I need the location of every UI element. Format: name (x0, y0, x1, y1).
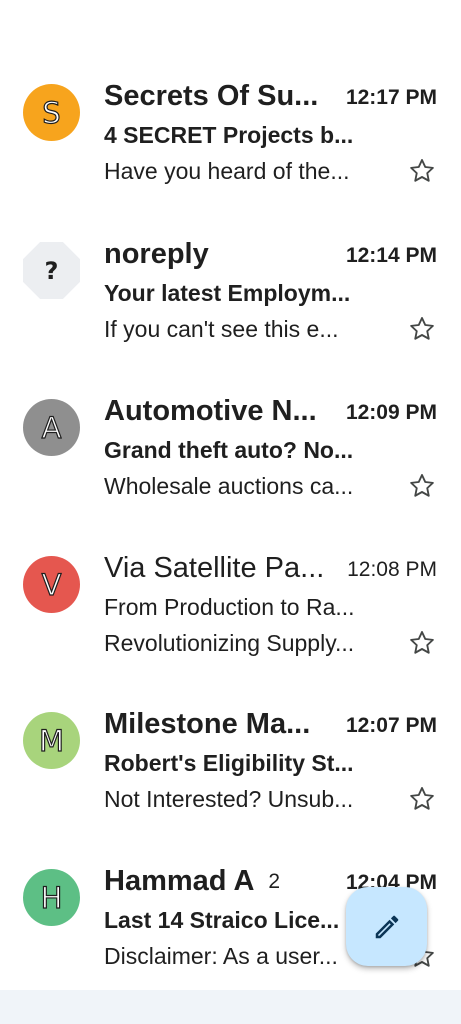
email-time: 12:17 PM (345, 86, 437, 109)
email-snippet: Not Interested? Unsub... (104, 786, 354, 812)
star-icon[interactable] (407, 156, 437, 186)
email-subject: Your latest Employm... (104, 280, 351, 306)
sender-name-text: Milestone Ma... (104, 708, 311, 740)
sender-avatar[interactable]: M (23, 712, 80, 769)
email-row[interactable]: M Milestone Ma... 12:07 PM Robert's Eligibi… (0, 706, 461, 846)
email-time: 12:07 PM (345, 714, 437, 737)
sender-name-text: noreply (104, 238, 209, 270)
star-icon[interactable] (407, 314, 437, 344)
thread-count: 2 (268, 870, 281, 893)
email-subject: Grand theft auto? No... (104, 437, 354, 463)
sender-name: noreply (104, 236, 209, 272)
sender-avatar[interactable]: ? (23, 242, 80, 299)
email-row[interactable]: V Via Satellite Pa... 12:08 PM From Product… (0, 550, 461, 690)
email-subject: 4 SECRET Projects b... (104, 122, 354, 148)
email-subject: From Production to Ra... (104, 594, 355, 620)
sender-name-text: Via Satellite Pa... (104, 552, 325, 584)
bottom-navigation-bar (0, 990, 461, 1024)
pencil-icon (375, 915, 398, 938)
email-snippet: Revolutionizing Supply... (104, 630, 355, 656)
sender-avatar[interactable]: S (23, 84, 80, 141)
sender-name-text: Automotive N... (104, 395, 317, 427)
sender-avatar[interactable]: H (23, 869, 80, 926)
compose-button[interactable] (346, 887, 427, 966)
email-subject: Last 14 Straico Lice... (104, 907, 340, 933)
sender-avatar[interactable]: A (23, 399, 80, 456)
email-snippet: Disclaimer: As a user... (104, 943, 338, 969)
star-icon[interactable] (407, 628, 437, 658)
sender-name: Milestone Ma... (104, 706, 310, 742)
star-icon[interactable] (407, 784, 437, 814)
sender-name: Hammad A 2 (104, 863, 280, 900)
inbox-screen: S Secrets Of Su... 12:17 PM 4 SECRET Projec… (0, 0, 461, 1024)
email-snippet: If you can't see this e... (104, 316, 339, 342)
email-row[interactable]: A Automotive N... 12:09 PM Grand theft auto… (0, 393, 461, 533)
email-time: 12:14 PM (345, 244, 437, 267)
email-snippet: Have you heard of the... (104, 158, 350, 184)
email-subject: Robert's Eligibility St... (104, 750, 354, 776)
email-time: 12:09 PM (345, 401, 437, 424)
email-row[interactable]: ? noreply 12:14 PM Your latest Employm... If… (0, 236, 461, 376)
sender-name-text: Secrets Of Su... (104, 80, 319, 112)
sender-avatar[interactable]: V (23, 556, 80, 613)
email-time: 12:08 PM (347, 558, 437, 581)
sender-name: Automotive N... (104, 393, 317, 429)
star-icon[interactable] (407, 471, 437, 501)
email-row[interactable]: S Secrets Of Su... 12:17 PM 4 SECRET Projec… (0, 78, 461, 218)
email-snippet: Wholesale auctions ca... (104, 473, 354, 499)
sender-name: Secrets Of Su... (104, 78, 318, 114)
sender-name-text: Hammad A (104, 865, 255, 897)
sender-name: Via Satellite Pa... (104, 550, 324, 586)
